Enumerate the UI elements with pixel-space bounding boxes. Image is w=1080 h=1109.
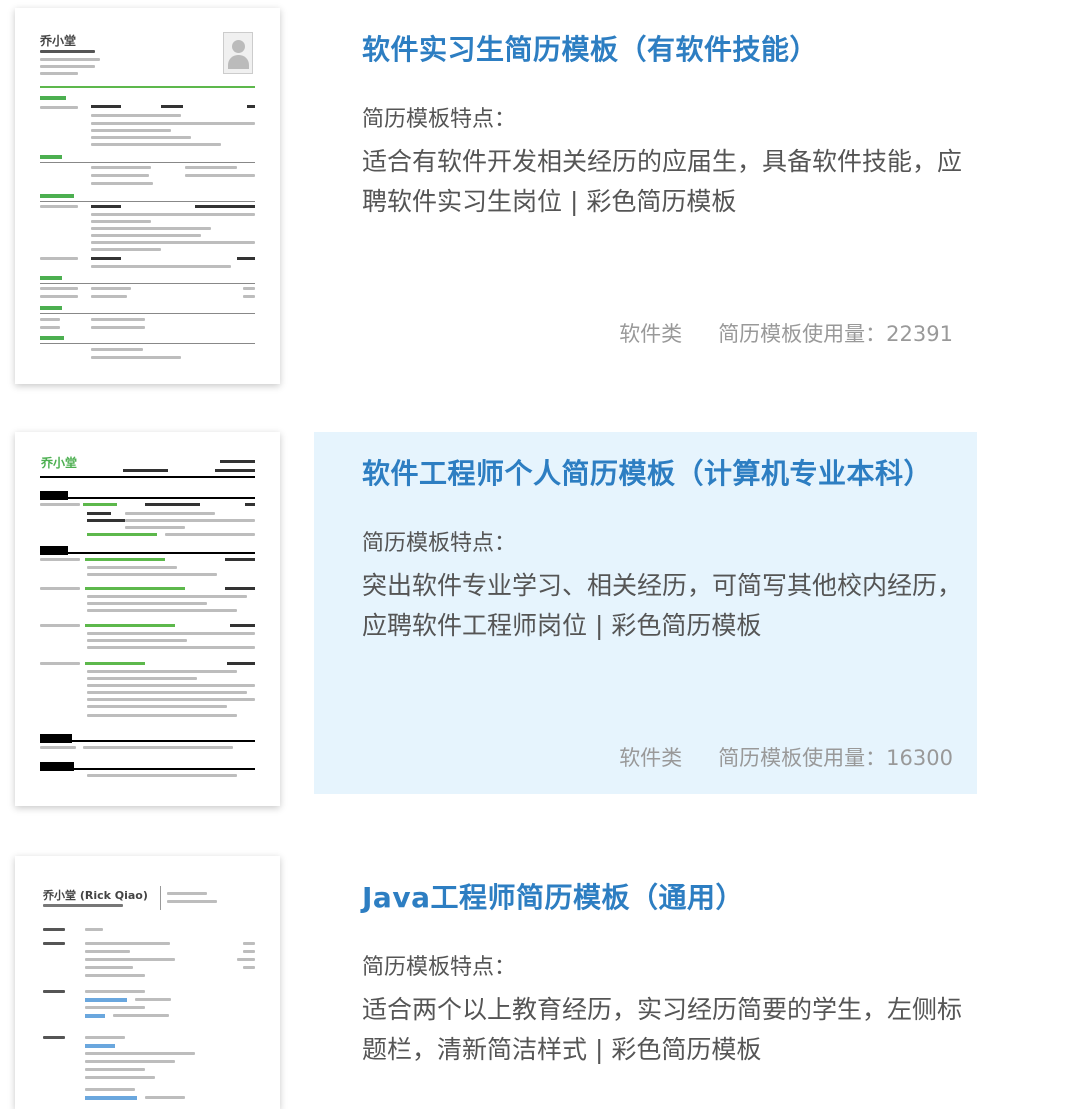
- resume-thumbnail[interactable]: 乔小堂 (Rick Qiao): [15, 856, 280, 1109]
- template-info: Java工程师简历模板（通用） 简历模板特点： 适合两个以上教育经历，实习经历简…: [314, 856, 977, 1109]
- feature-label: 简历模板特点：: [362, 107, 517, 132]
- resume-thumbnail[interactable]: 乔小堂: [15, 8, 280, 384]
- usage-count: 简历模板使用量：16300: [718, 746, 953, 770]
- resume-thumbnail[interactable]: 乔小堂: [15, 432, 280, 806]
- template-title[interactable]: Java工程师简历模板（通用）: [362, 876, 744, 916]
- category-tag: 软件类: [619, 746, 683, 770]
- template-title[interactable]: 软件实习生简历模板（有软件技能）: [362, 28, 818, 68]
- category-tag: 软件类: [619, 322, 683, 346]
- feature-label: 简历模板特点：: [362, 531, 517, 556]
- template-description: 适合两个以上教育经历，实习经历简要的学生，左侧标题栏，清新简洁样式 | 彩色简历…: [362, 995, 963, 1064]
- template-description: 突出软件专业学习、相关经历，可简写其他校内经历，应聘软件工程师岗位 | 彩色简历…: [362, 571, 963, 640]
- template-info: 软件实习生简历模板（有软件技能） 简历模板特点： 适合有软件开发相关经历的应届生…: [314, 8, 977, 384]
- template-card-2[interactable]: 乔小堂 软件工程师个人简历模板（计算机专业本科） 简历模板特点： 突出软件专业学…: [0, 424, 1080, 824]
- feature-label: 简历模板特点：: [362, 955, 517, 980]
- usage-count: 简历模板使用量：22391: [718, 322, 953, 346]
- resume-name: 乔小堂: [40, 34, 77, 48]
- template-description: 适合有软件开发相关经历的应届生，具备软件技能，应聘软件实习生岗位 | 彩色简历模…: [362, 147, 963, 216]
- template-meta: 软件类 简历模板使用量：16300: [619, 742, 953, 772]
- template-info: 软件工程师个人简历模板（计算机专业本科） 简历模板特点： 突出软件专业学习、相关…: [314, 432, 977, 794]
- resume-name: 乔小堂 (Rick Qiao): [43, 889, 148, 902]
- photo-icon: [223, 32, 253, 74]
- template-title[interactable]: 软件工程师个人简历模板（计算机专业本科）: [362, 452, 932, 492]
- template-card-3[interactable]: 乔小堂 (Rick Qiao) Java工程师简历模板（通用） 简历模板特点： …: [0, 848, 1080, 1109]
- template-meta: 软件类 简历模板使用量：22391: [619, 318, 953, 348]
- template-card-1[interactable]: 乔小堂 软件实习生简历模板（有软件技能） 简历模板特点： 适合有软件开发相关经历…: [0, 0, 1080, 400]
- resume-name: 乔小堂: [41, 456, 78, 470]
